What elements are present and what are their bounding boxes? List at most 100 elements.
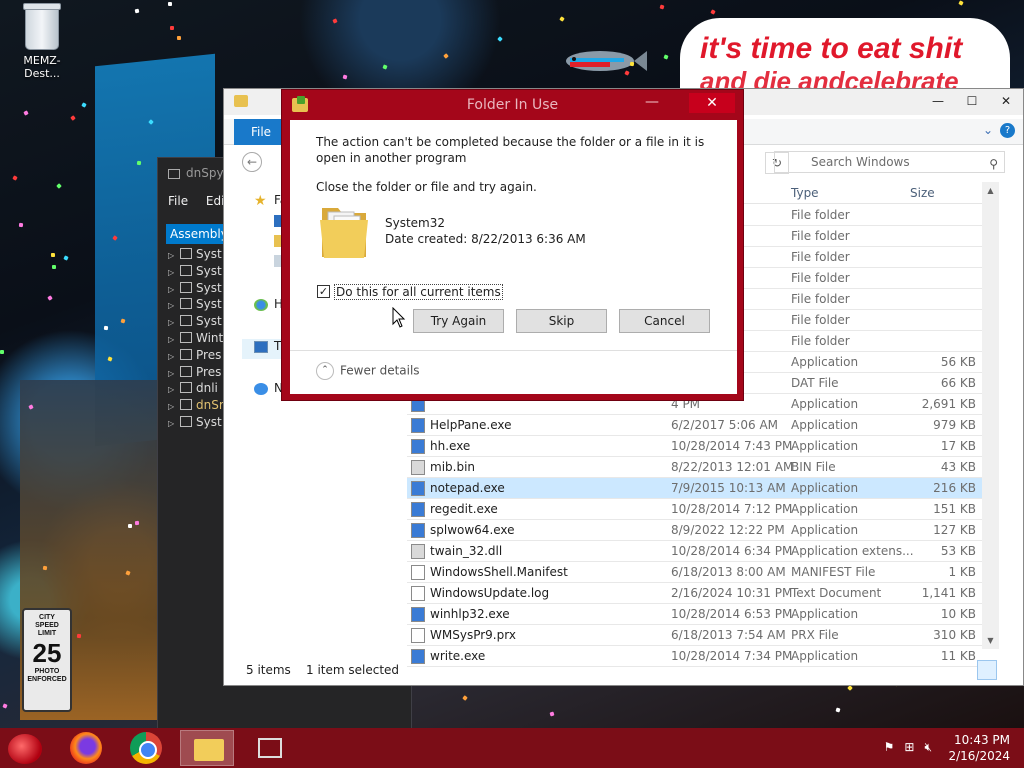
close-button[interactable]: ✕: [989, 89, 1023, 113]
try-again-button[interactable]: Try Again: [413, 309, 504, 333]
file-date: 8/9/2022 12:22 PM: [671, 523, 785, 537]
file-icon: [411, 544, 425, 559]
start-button[interactable]: [8, 734, 42, 764]
confetti-particle: [56, 183, 62, 189]
file-name: notepad.exe: [430, 481, 505, 495]
file-type: BIN File: [791, 460, 836, 474]
confetti-particle: [169, 25, 175, 31]
file-row[interactable]: WindowsShell.Manifest 6/18/2013 8:00 AM MA…: [407, 562, 982, 583]
firefox-taskbar-icon[interactable]: [70, 732, 102, 764]
file-type: Application extens...: [791, 544, 914, 558]
expand-arrow-icon[interactable]: ▷: [168, 416, 178, 433]
file-row[interactable]: mib.bin 8/22/2013 12:01 AM BIN File 43 KB: [407, 457, 982, 478]
file-size: 10 KB: [940, 607, 976, 621]
apply-to-all-label[interactable]: Do this for all current items: [334, 284, 503, 300]
recycle-bin-icon: [23, 3, 61, 50]
confetti-particle: [51, 264, 57, 270]
sign-value: 25: [32, 638, 62, 668]
clock[interactable]: 10:43 PM 2/16/2024: [948, 732, 1010, 764]
file-row[interactable]: HelpPane.exe 6/2/2017 5:06 AM Application 9…: [407, 415, 982, 436]
column-type[interactable]: Type: [791, 186, 819, 200]
file-type: Application: [791, 439, 859, 453]
folder-icon: [320, 208, 368, 258]
menu-file[interactable]: File: [168, 194, 188, 208]
vertical-scrollbar[interactable]: ▲ ▼: [982, 182, 999, 649]
assembly-icon: [180, 382, 192, 394]
assembly-icon: [180, 399, 192, 411]
confetti-particle: [76, 633, 82, 639]
confetti-particle: [50, 252, 56, 258]
taskbar: ⚑ ⊞ 🔇︎ 10:43 PM 2/16/2024: [0, 728, 1024, 768]
file-icon: [411, 460, 425, 475]
skip-button[interactable]: Skip: [516, 309, 607, 333]
file-tab[interactable]: File: [234, 119, 288, 145]
search-placeholder: Search Windows: [811, 155, 910, 169]
network-icon[interactable]: ⊞: [904, 740, 914, 755]
file-row[interactable]: notepad.exe 7/9/2015 10:13 AM Application 2…: [407, 478, 982, 499]
item-count: 5 items: [246, 663, 291, 677]
file-row[interactable]: regedit.exe 10/28/2014 7:12 PM Application…: [407, 499, 982, 520]
file-row[interactable]: hh.exe 10/28/2014 7:43 PM Application 17 KB: [407, 436, 982, 457]
column-size[interactable]: Size: [910, 186, 935, 200]
file-row[interactable]: WindowsUpdate.log 2/16/2024 10:31 PM Text …: [407, 583, 982, 604]
selected-count: 1 item selected: [306, 663, 400, 677]
help-icon[interactable]: ?: [1000, 123, 1015, 138]
file-explorer-taskbar-button[interactable]: [180, 730, 234, 766]
file-row[interactable]: twain_32.dll 10/28/2014 6:34 PM Applicatio…: [407, 541, 982, 562]
tree-item-label: Syst: [196, 247, 222, 261]
scroll-down-icon[interactable]: ▼: [982, 632, 999, 649]
folder-in-use-dialog[interactable]: Folder In Use — ✕ The action can't be co…: [281, 89, 744, 401]
file-type: MANIFEST File: [791, 565, 876, 579]
chevron-down-icon[interactable]: ⌄: [983, 123, 993, 137]
file-type: DAT File: [791, 376, 839, 390]
dialog-close-button[interactable]: ✕: [689, 93, 735, 113]
cancel-button[interactable]: Cancel: [619, 309, 710, 333]
tree-item-label: Syst: [196, 314, 222, 329]
tree-item-label: Syst: [196, 414, 222, 429]
fewer-details-toggle[interactable]: ⌃ Fewer details: [316, 362, 420, 380]
file-size: 151 KB: [933, 502, 976, 516]
search-input[interactable]: Search Windows ⚲: [774, 151, 1005, 173]
confetti-particle: [167, 1, 173, 7]
file-icon: [411, 565, 425, 580]
minimize-icon[interactable]: —: [645, 94, 659, 110]
status-bar: 5 items 1 item selected: [224, 659, 1023, 681]
view-buttons: [977, 660, 1019, 680]
details-view-button[interactable]: [977, 660, 997, 680]
file-size: 2,691 KB: [921, 397, 976, 411]
file-row[interactable]: winhlp32.exe 10/28/2014 6:53 PM Applicatio…: [407, 604, 982, 625]
apply-to-all-checkbox[interactable]: ✓: [317, 285, 330, 298]
file-date: 10/28/2014 7:43 PM: [671, 439, 793, 453]
flag-icon[interactable]: ⚑: [884, 740, 895, 755]
file-row[interactable]: splwow64.exe 8/9/2022 12:22 PM Application…: [407, 520, 982, 541]
file-type: Application: [791, 418, 859, 432]
maximize-button[interactable]: ☐: [955, 89, 989, 113]
file-row[interactable]: WMSysPr9.prx 6/18/2013 7:54 AM PRX File 310…: [407, 625, 982, 646]
folder-date-created: Date created: 8/22/2013 6:36 AM: [385, 232, 586, 246]
confetti-particle: [103, 325, 109, 331]
minimize-button[interactable]: —: [921, 89, 955, 113]
file-type: File folder: [791, 334, 850, 348]
file-size: 56 KB: [940, 355, 976, 369]
back-button[interactable]: ←: [242, 152, 262, 172]
volume-muted-icon[interactable]: 🔇︎: [924, 740, 932, 755]
file-date: 6/18/2013 8:00 AM: [671, 565, 786, 579]
desktop-icon-recycle-bin[interactable]: MEMZ-Dest...: [6, 3, 78, 80]
file-name: hh.exe: [430, 439, 471, 453]
chrome-taskbar-icon[interactable]: [130, 732, 162, 764]
confetti-particle: [559, 16, 565, 22]
file-name: twain_32.dll: [430, 544, 503, 558]
dialog-titlebar[interactable]: Folder In Use: [282, 90, 743, 120]
file-date: 10/28/2014 6:34 PM: [671, 544, 793, 558]
fewer-details-label: Fewer details: [340, 363, 420, 378]
confetti-particle: [23, 110, 29, 116]
tree-item-label: Syst: [196, 263, 222, 278]
assembly-icon: [180, 298, 192, 310]
sign-text: SPEED: [35, 622, 59, 629]
large-icons-view-button[interactable]: [999, 660, 1019, 680]
scroll-up-icon[interactable]: ▲: [982, 182, 999, 199]
file-size: 66 KB: [940, 376, 976, 390]
dnspy-icon: [258, 738, 282, 758]
file-explorer-icon: [194, 739, 224, 761]
file-date: 8/22/2013 12:01 AM: [671, 460, 794, 474]
